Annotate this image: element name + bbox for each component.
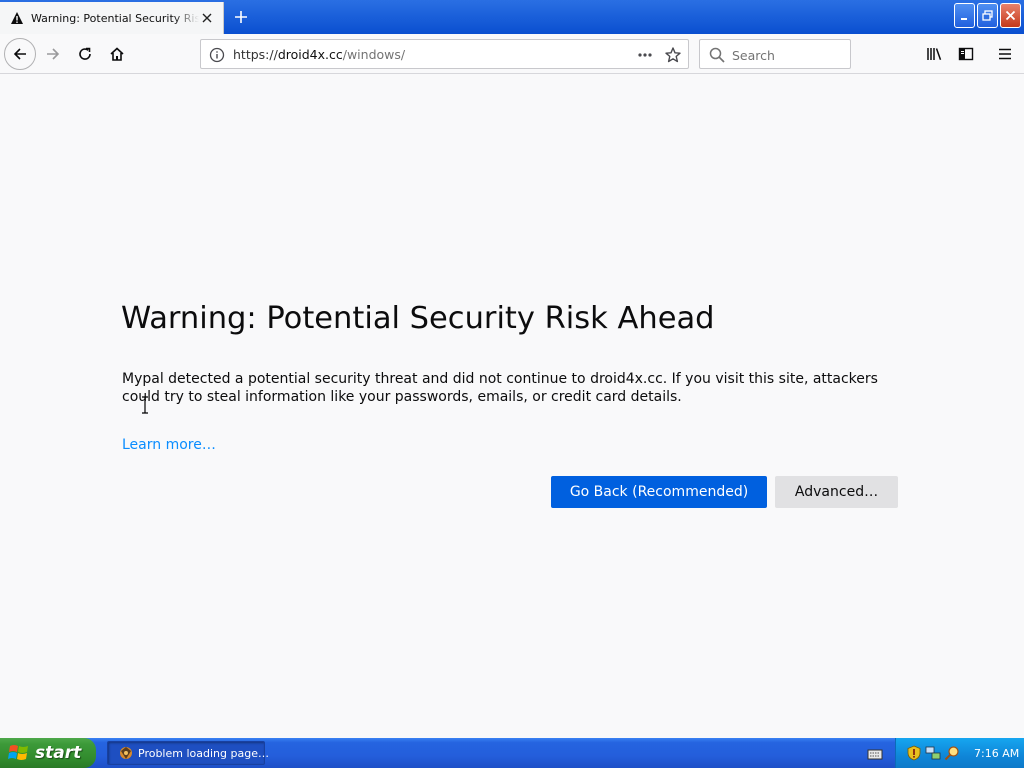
text-cursor-icon xyxy=(140,396,150,414)
forward-arrow-icon xyxy=(47,48,60,60)
keyboard-icon[interactable] xyxy=(867,746,883,760)
go-back-button[interactable]: Go Back (Recommended) xyxy=(551,476,767,508)
close-window-button[interactable] xyxy=(1000,3,1021,28)
tab-title: Warning: Potential Security Risk Ahead xyxy=(31,11,199,25)
clock: 7:16 AM xyxy=(974,746,1020,760)
bookmark-star-icon[interactable] xyxy=(664,46,682,64)
home-icon xyxy=(110,47,124,61)
sidebar-icon xyxy=(958,47,974,61)
page-actions-icon[interactable] xyxy=(636,46,654,64)
search-bar[interactable] xyxy=(699,39,851,69)
url-bar[interactable]: https://droid4x.cc/windows/ xyxy=(200,39,689,69)
site-info-icon[interactable] xyxy=(209,47,225,63)
active-tab[interactable]: Warning: Potential Security Risk Ahead xyxy=(0,2,224,34)
url-text[interactable]: https://droid4x.cc/windows/ xyxy=(233,47,405,62)
forward-button[interactable] xyxy=(37,38,69,70)
taskbar-item-browser[interactable]: Problem loading page… xyxy=(107,741,269,765)
search-tray-icon[interactable] xyxy=(944,745,960,761)
menu-button[interactable] xyxy=(989,38,1021,70)
browser-app-icon xyxy=(118,745,134,761)
library-button[interactable] xyxy=(919,38,951,70)
learn-more-link[interactable]: Learn more… xyxy=(122,437,216,453)
windows-flag-icon xyxy=(8,742,30,764)
minimize-button[interactable] xyxy=(954,3,975,28)
taskbar-item-label: Problem loading page… xyxy=(138,746,269,760)
search-icon xyxy=(708,46,726,64)
security-shield-icon[interactable] xyxy=(906,745,922,761)
reload-button[interactable] xyxy=(69,38,101,70)
back-button[interactable] xyxy=(4,38,36,70)
new-tab-button[interactable] xyxy=(228,4,254,30)
network-icon[interactable] xyxy=(925,745,941,761)
search-input[interactable] xyxy=(732,46,844,64)
navigation-toolbar: https://droid4x.cc/windows/ xyxy=(0,34,1024,74)
error-description: Mypal detected a potential security thre… xyxy=(122,371,878,405)
start-label: start xyxy=(35,743,82,763)
tab-strip: Warning: Potential Security Risk Ahead xyxy=(0,0,1024,34)
sidebar-button[interactable] xyxy=(950,38,982,70)
taskbar: start Problem loading page… 7:16 AM xyxy=(0,738,1024,768)
start-button[interactable]: start xyxy=(0,738,96,768)
advanced-button[interactable]: Advanced… xyxy=(775,476,898,508)
tab-close-icon[interactable] xyxy=(199,10,215,26)
home-button[interactable] xyxy=(101,38,133,70)
restore-button[interactable] xyxy=(977,3,998,28)
url-domain: droid4x.cc xyxy=(277,47,343,62)
url-path: /windows/ xyxy=(342,47,406,62)
system-tray: 7:16 AM xyxy=(895,738,1024,768)
warning-icon xyxy=(9,10,25,26)
error-title: Warning: Potential Security Risk Ahead xyxy=(121,301,715,336)
back-arrow-icon xyxy=(13,48,26,60)
library-icon xyxy=(927,48,942,61)
error-page: Warning: Potential Security Risk Ahead M… xyxy=(0,75,1024,738)
hamburger-menu-icon xyxy=(999,48,1011,60)
url-scheme: https:// xyxy=(233,47,278,62)
reload-icon xyxy=(79,47,91,60)
